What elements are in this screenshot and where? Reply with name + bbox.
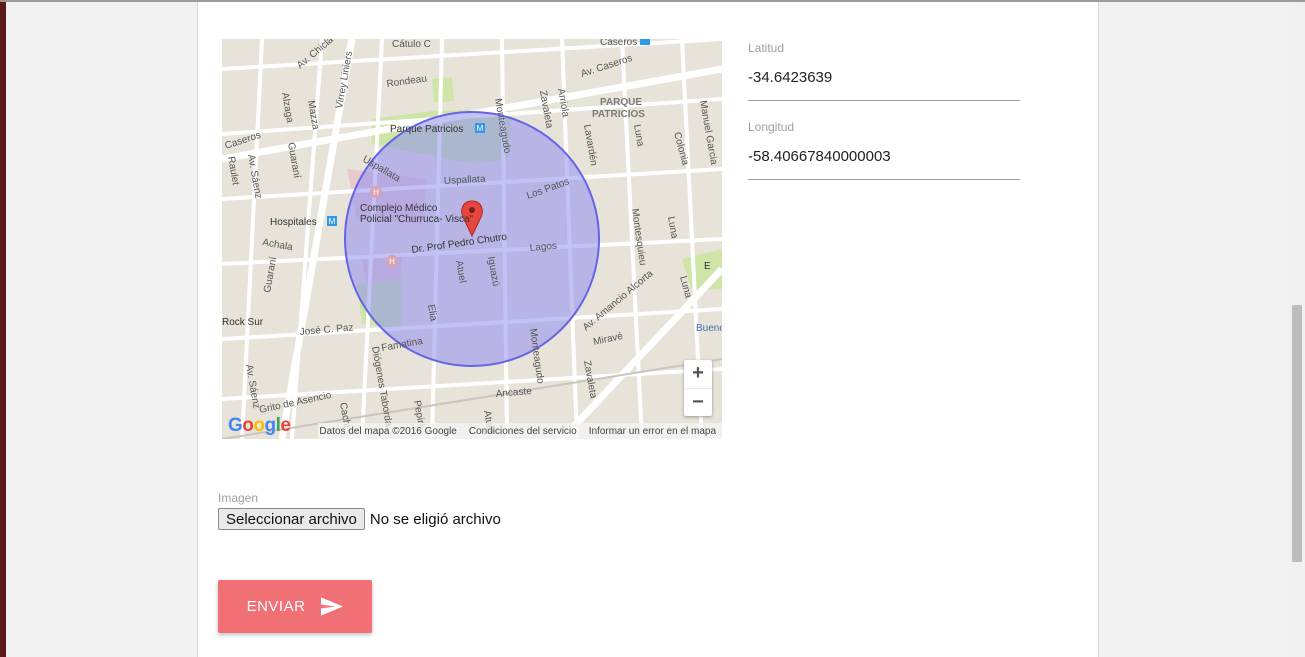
image-label: Imagen bbox=[218, 491, 259, 505]
svg-text:Lavardén: Lavardén bbox=[581, 124, 599, 167]
svg-text:Raulet: Raulet bbox=[225, 156, 241, 187]
svg-text:E: E bbox=[704, 261, 711, 272]
longitude-field[interactable]: Longitud -58.40667840000003 bbox=[748, 120, 1020, 180]
svg-text:Arriola: Arriola bbox=[555, 88, 571, 119]
svg-text:Luna: Luna bbox=[665, 216, 680, 240]
zoom-in-button[interactable]: + bbox=[684, 360, 712, 389]
left-edge-strip bbox=[0, 0, 6, 657]
svg-text:Zavaleta: Zavaleta bbox=[581, 360, 599, 400]
svg-text:Miravé: Miravé bbox=[592, 331, 624, 348]
subway-icon: M bbox=[475, 123, 485, 133]
subway-icon-2: M bbox=[327, 216, 337, 226]
map-attribution: Datos del mapa ©2016 Google Condiciones … bbox=[318, 423, 722, 439]
map-data-credit: Datos del mapa ©2016 Google bbox=[319, 425, 457, 437]
form-card: H H Cátulo C Caseros Av. Caseros Caseros… bbox=[197, 2, 1099, 657]
svg-text:Complejo Médico: Complejo Médico bbox=[360, 203, 438, 214]
longitude-input[interactable]: -58.40667840000003 bbox=[748, 148, 1020, 180]
subway-icon-3 bbox=[640, 39, 650, 45]
google-logo: Google bbox=[228, 415, 291, 436]
choose-file-button[interactable]: Seleccionar archivo bbox=[218, 508, 365, 530]
report-error-link[interactable]: Informar un error en el mapa bbox=[589, 426, 716, 437]
svg-text:Uspallata: Uspallata bbox=[444, 174, 487, 187]
small-park bbox=[432, 77, 454, 103]
zoom-out-button[interactable]: − bbox=[684, 389, 712, 417]
submit-button[interactable]: ENVIAR bbox=[218, 580, 372, 633]
submit-label: ENVIAR bbox=[246, 598, 306, 615]
svg-text:M: M bbox=[329, 217, 336, 226]
svg-text:PARQUE: PARQUE bbox=[600, 97, 642, 108]
svg-text:Achala: Achala bbox=[261, 237, 293, 253]
svg-text:Alzaga: Alzaga bbox=[279, 92, 295, 124]
svg-text:H: H bbox=[373, 188, 379, 197]
svg-text:Hospitales: Hospitales bbox=[270, 217, 317, 228]
latitude-input[interactable]: -34.6423639 bbox=[748, 69, 1020, 101]
terms-link[interactable]: Condiciones del servicio bbox=[469, 426, 577, 437]
hospital-icon: H bbox=[370, 186, 382, 198]
svg-text:H: H bbox=[389, 257, 395, 266]
svg-text:Zavaleta: Zavaleta bbox=[537, 90, 555, 130]
zoom-control: + − bbox=[684, 360, 712, 416]
file-input: Seleccionar archivo No se eligió archivo bbox=[218, 508, 501, 530]
svg-text:Buenos: Buenos bbox=[696, 323, 722, 334]
svg-text:Policial "Churruca- Visca": Policial "Churruca- Visca" bbox=[360, 214, 474, 225]
latitude-field[interactable]: Latitud -34.6423639 bbox=[748, 41, 1020, 101]
svg-text:Caseros: Caseros bbox=[600, 39, 637, 48]
send-icon bbox=[321, 597, 344, 616]
svg-text:PATRICIOS: PATRICIOS bbox=[592, 109, 645, 120]
map-label: Cátulo C bbox=[392, 39, 431, 50]
longitude-label: Longitud bbox=[748, 120, 795, 134]
svg-text:José C. Paz: José C. Paz bbox=[299, 322, 354, 338]
map-widget[interactable]: H H Cátulo C Caseros Av. Caseros Caseros… bbox=[222, 39, 722, 439]
svg-text:Av. Chicla: Av. Chicla bbox=[295, 39, 336, 71]
hospital-icon-2: H bbox=[386, 255, 398, 267]
svg-text:Manuel Garcia: Manuel Garcia bbox=[697, 100, 719, 166]
file-status: No se eligió archivo bbox=[369, 510, 501, 528]
svg-text:M: M bbox=[477, 124, 484, 133]
svg-text:Rock Sur: Rock Sur bbox=[222, 317, 264, 328]
svg-text:Ancaste: Ancaste bbox=[495, 386, 532, 400]
latitude-label: Latitud bbox=[748, 41, 785, 55]
svg-text:Luna: Luna bbox=[631, 124, 646, 148]
svg-text:Av. Sáenz: Av. Sáenz bbox=[245, 154, 264, 200]
scrollbar-thumb[interactable] bbox=[1292, 305, 1302, 562]
svg-text:Virrey Liniers: Virrey Liniers bbox=[334, 50, 355, 109]
svg-text:Parque Patricios: Parque Patricios bbox=[390, 124, 463, 135]
svg-text:Rondeau: Rondeau bbox=[386, 73, 428, 90]
map-canvas[interactable]: H H Cátulo C Caseros Av. Caseros Caseros… bbox=[222, 39, 722, 439]
